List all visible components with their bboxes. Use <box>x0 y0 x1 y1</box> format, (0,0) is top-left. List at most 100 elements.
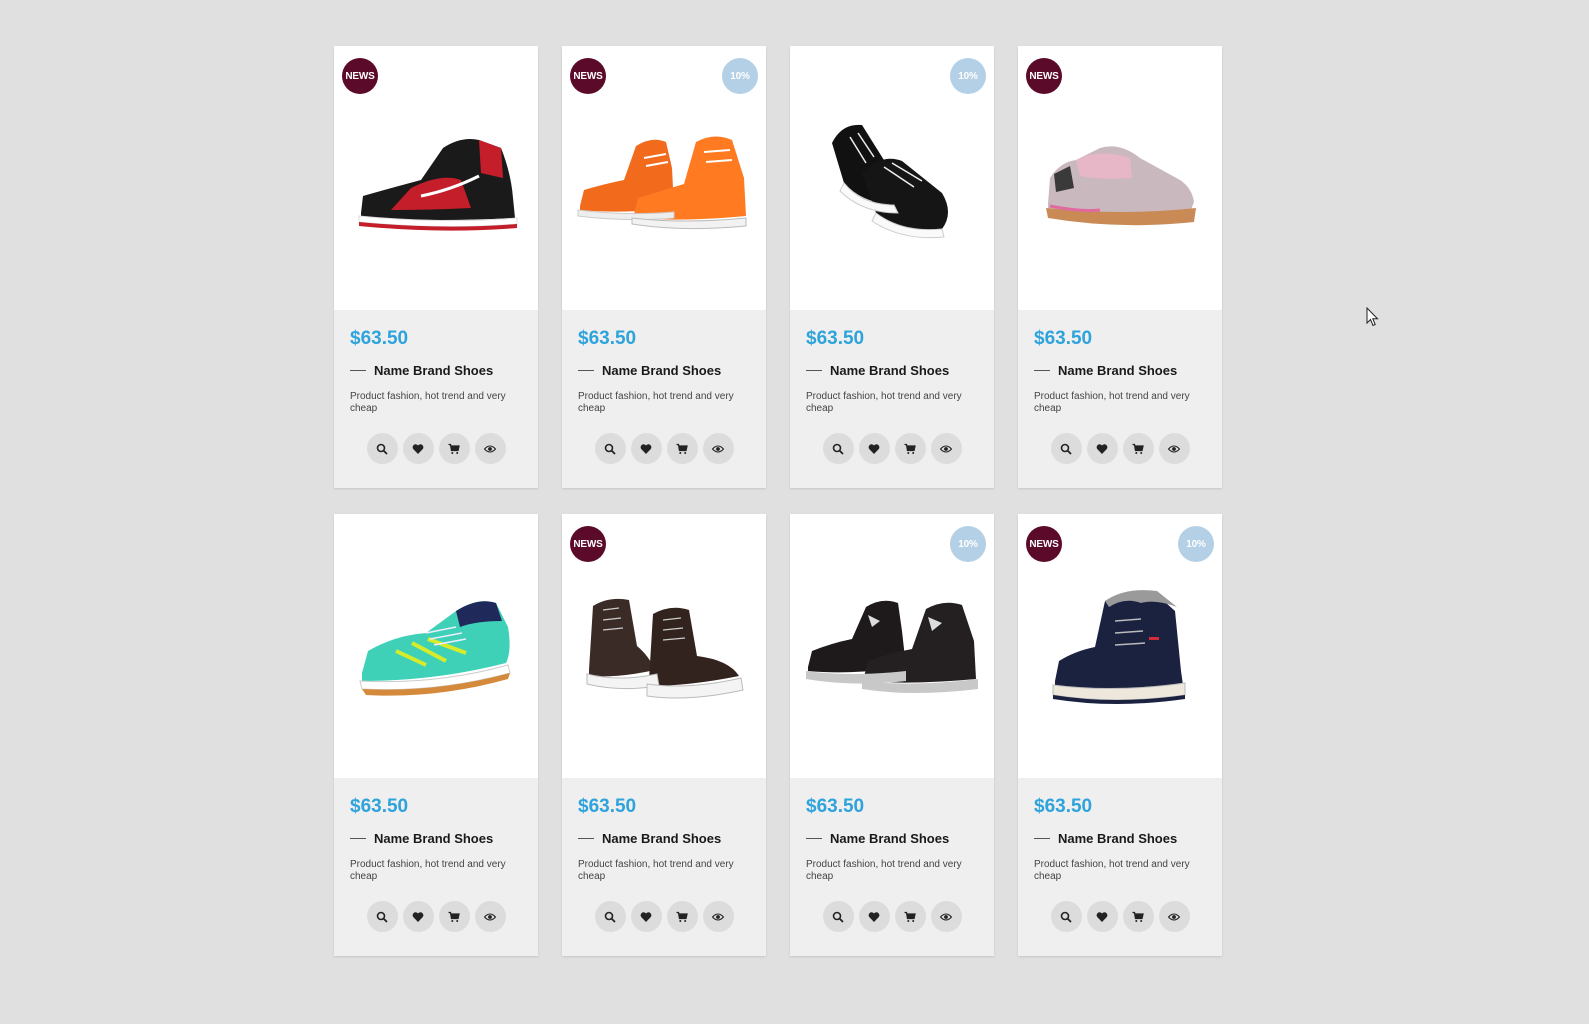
quick-search-button[interactable] <box>1050 901 1082 932</box>
product-name[interactable]: Name Brand Shoes <box>374 831 493 846</box>
quick-search-button[interactable] <box>1050 433 1082 464</box>
name-dash <box>806 369 822 371</box>
cart-icon <box>448 911 460 922</box>
wishlist-button[interactable] <box>402 433 434 464</box>
product-description: Product fashion, hot trend and very chea… <box>350 859 506 882</box>
product-image-area[interactable]: NEWS <box>334 46 538 310</box>
cart-icon <box>448 443 460 454</box>
shoe-image <box>832 124 948 239</box>
quick-search-button[interactable] <box>366 901 398 932</box>
product-card[interactable]: NEWS 10% $63.50 Name Brand Shoes Product… <box>562 46 766 488</box>
product-card[interactable]: NEWS $63.50 Name Brand Shoes Product fas… <box>1018 46 1222 488</box>
news-badge: NEWS <box>342 58 378 94</box>
heart-icon <box>868 911 880 922</box>
name-dash <box>350 837 366 839</box>
wishlist-button[interactable] <box>402 901 434 932</box>
eye-icon <box>1168 444 1180 453</box>
product-actions <box>350 901 522 932</box>
heart-icon <box>868 443 880 454</box>
product-image-area[interactable]: NEWS <box>562 514 766 778</box>
wishlist-button[interactable] <box>1086 433 1118 464</box>
product-info: $63.50 Name Brand Shoes Product fashion,… <box>790 778 994 956</box>
product-name[interactable]: Name Brand Shoes <box>830 363 949 378</box>
add-to-cart-button[interactable] <box>1122 901 1154 932</box>
product-description: Product fashion, hot trend and very chea… <box>1034 859 1190 882</box>
product-description: Product fashion, hot trend and very chea… <box>578 859 734 882</box>
product-image-area[interactable]: NEWS <box>1018 46 1222 310</box>
product-name[interactable]: Name Brand Shoes <box>374 363 493 378</box>
eye-icon <box>712 444 724 453</box>
product-name[interactable]: Name Brand Shoes <box>602 831 721 846</box>
shoe-image <box>359 601 511 696</box>
product-grid: NEWS $63.50 Name Brand Shoes Product fas… <box>334 46 1222 956</box>
product-card[interactable]: NEWS 10% $63.50 Name Brand Shoes Product… <box>1018 514 1222 956</box>
wishlist-button[interactable] <box>1086 901 1118 932</box>
search-icon <box>604 911 616 923</box>
wishlist-button[interactable] <box>858 901 890 932</box>
quick-search-button[interactable] <box>822 433 854 464</box>
product-name[interactable]: Name Brand Shoes <box>830 831 949 846</box>
heart-icon <box>412 911 424 922</box>
heart-icon <box>640 443 652 454</box>
shoe-image <box>358 139 518 231</box>
product-name-row: Name Brand Shoes <box>1034 362 1206 378</box>
search-icon <box>376 911 388 923</box>
quick-search-button[interactable] <box>366 433 398 464</box>
product-info: $63.50 Name Brand Shoes Product fashion,… <box>334 778 538 956</box>
quick-view-button[interactable] <box>930 433 962 464</box>
name-dash <box>806 837 822 839</box>
product-name[interactable]: Name Brand Shoes <box>1058 363 1177 378</box>
product-image-area[interactable]: NEWS 10% <box>1018 514 1222 778</box>
product-card[interactable]: NEWS $63.50 Name Brand Shoes Product fas… <box>562 514 766 956</box>
add-to-cart-button[interactable] <box>894 901 926 932</box>
product-price: $63.50 <box>578 796 637 817</box>
quick-search-button[interactable] <box>594 901 626 932</box>
eye-icon <box>712 912 724 921</box>
add-to-cart-button[interactable] <box>666 433 698 464</box>
product-price: $63.50 <box>1034 328 1093 349</box>
add-to-cart-button[interactable] <box>894 433 926 464</box>
quick-view-button[interactable] <box>930 901 962 932</box>
quick-view-button[interactable] <box>702 901 734 932</box>
product-actions <box>578 433 750 464</box>
add-to-cart-button[interactable] <box>666 901 698 932</box>
search-icon <box>832 443 844 455</box>
shoe-image <box>586 598 744 699</box>
product-name[interactable]: Name Brand Shoes <box>602 363 721 378</box>
product-image-area[interactable]: NEWS 10% <box>562 46 766 310</box>
quick-search-button[interactable] <box>822 901 854 932</box>
product-image-area[interactable]: 10% <box>790 46 994 310</box>
quick-view-button[interactable] <box>702 433 734 464</box>
product-info: $63.50 Name Brand Shoes Product fashion,… <box>562 310 766 488</box>
product-name-row: Name Brand Shoes <box>1034 830 1206 846</box>
product-name[interactable]: Name Brand Shoes <box>1058 831 1177 846</box>
eye-icon <box>940 912 952 921</box>
wishlist-button[interactable] <box>630 433 662 464</box>
eye-icon <box>1168 912 1180 921</box>
product-card[interactable]: NEWS $63.50 Name Brand Shoes Product fas… <box>334 46 538 488</box>
product-name-row: Name Brand Shoes <box>578 830 750 846</box>
quick-view-button[interactable] <box>474 433 506 464</box>
quick-search-button[interactable] <box>594 433 626 464</box>
product-card[interactable]: 10% $63.50 Name Brand Shoes Product fash… <box>790 514 994 956</box>
product-image-area[interactable] <box>334 514 538 778</box>
product-card[interactable]: $63.50 Name Brand Shoes Product fashion,… <box>334 514 538 956</box>
wishlist-button[interactable] <box>630 901 662 932</box>
search-icon <box>376 443 388 455</box>
mouse-pointer-icon <box>1366 307 1379 327</box>
product-card[interactable]: 10% $63.50 Name Brand Shoes Product fash… <box>790 46 994 488</box>
search-icon <box>1060 443 1072 455</box>
product-actions <box>1034 901 1206 932</box>
product-image-area[interactable]: 10% <box>790 514 994 778</box>
quick-view-button[interactable] <box>474 901 506 932</box>
add-to-cart-button[interactable] <box>1122 433 1154 464</box>
add-to-cart-button[interactable] <box>438 433 470 464</box>
quick-view-button[interactable] <box>1158 433 1190 464</box>
product-info: $63.50 Name Brand Shoes Product fashion,… <box>1018 310 1222 488</box>
product-price: $63.50 <box>806 796 865 817</box>
product-price: $63.50 <box>578 328 637 349</box>
quick-view-button[interactable] <box>1158 901 1190 932</box>
wishlist-button[interactable] <box>858 433 890 464</box>
add-to-cart-button[interactable] <box>438 901 470 932</box>
product-description: Product fashion, hot trend and very chea… <box>806 859 962 882</box>
